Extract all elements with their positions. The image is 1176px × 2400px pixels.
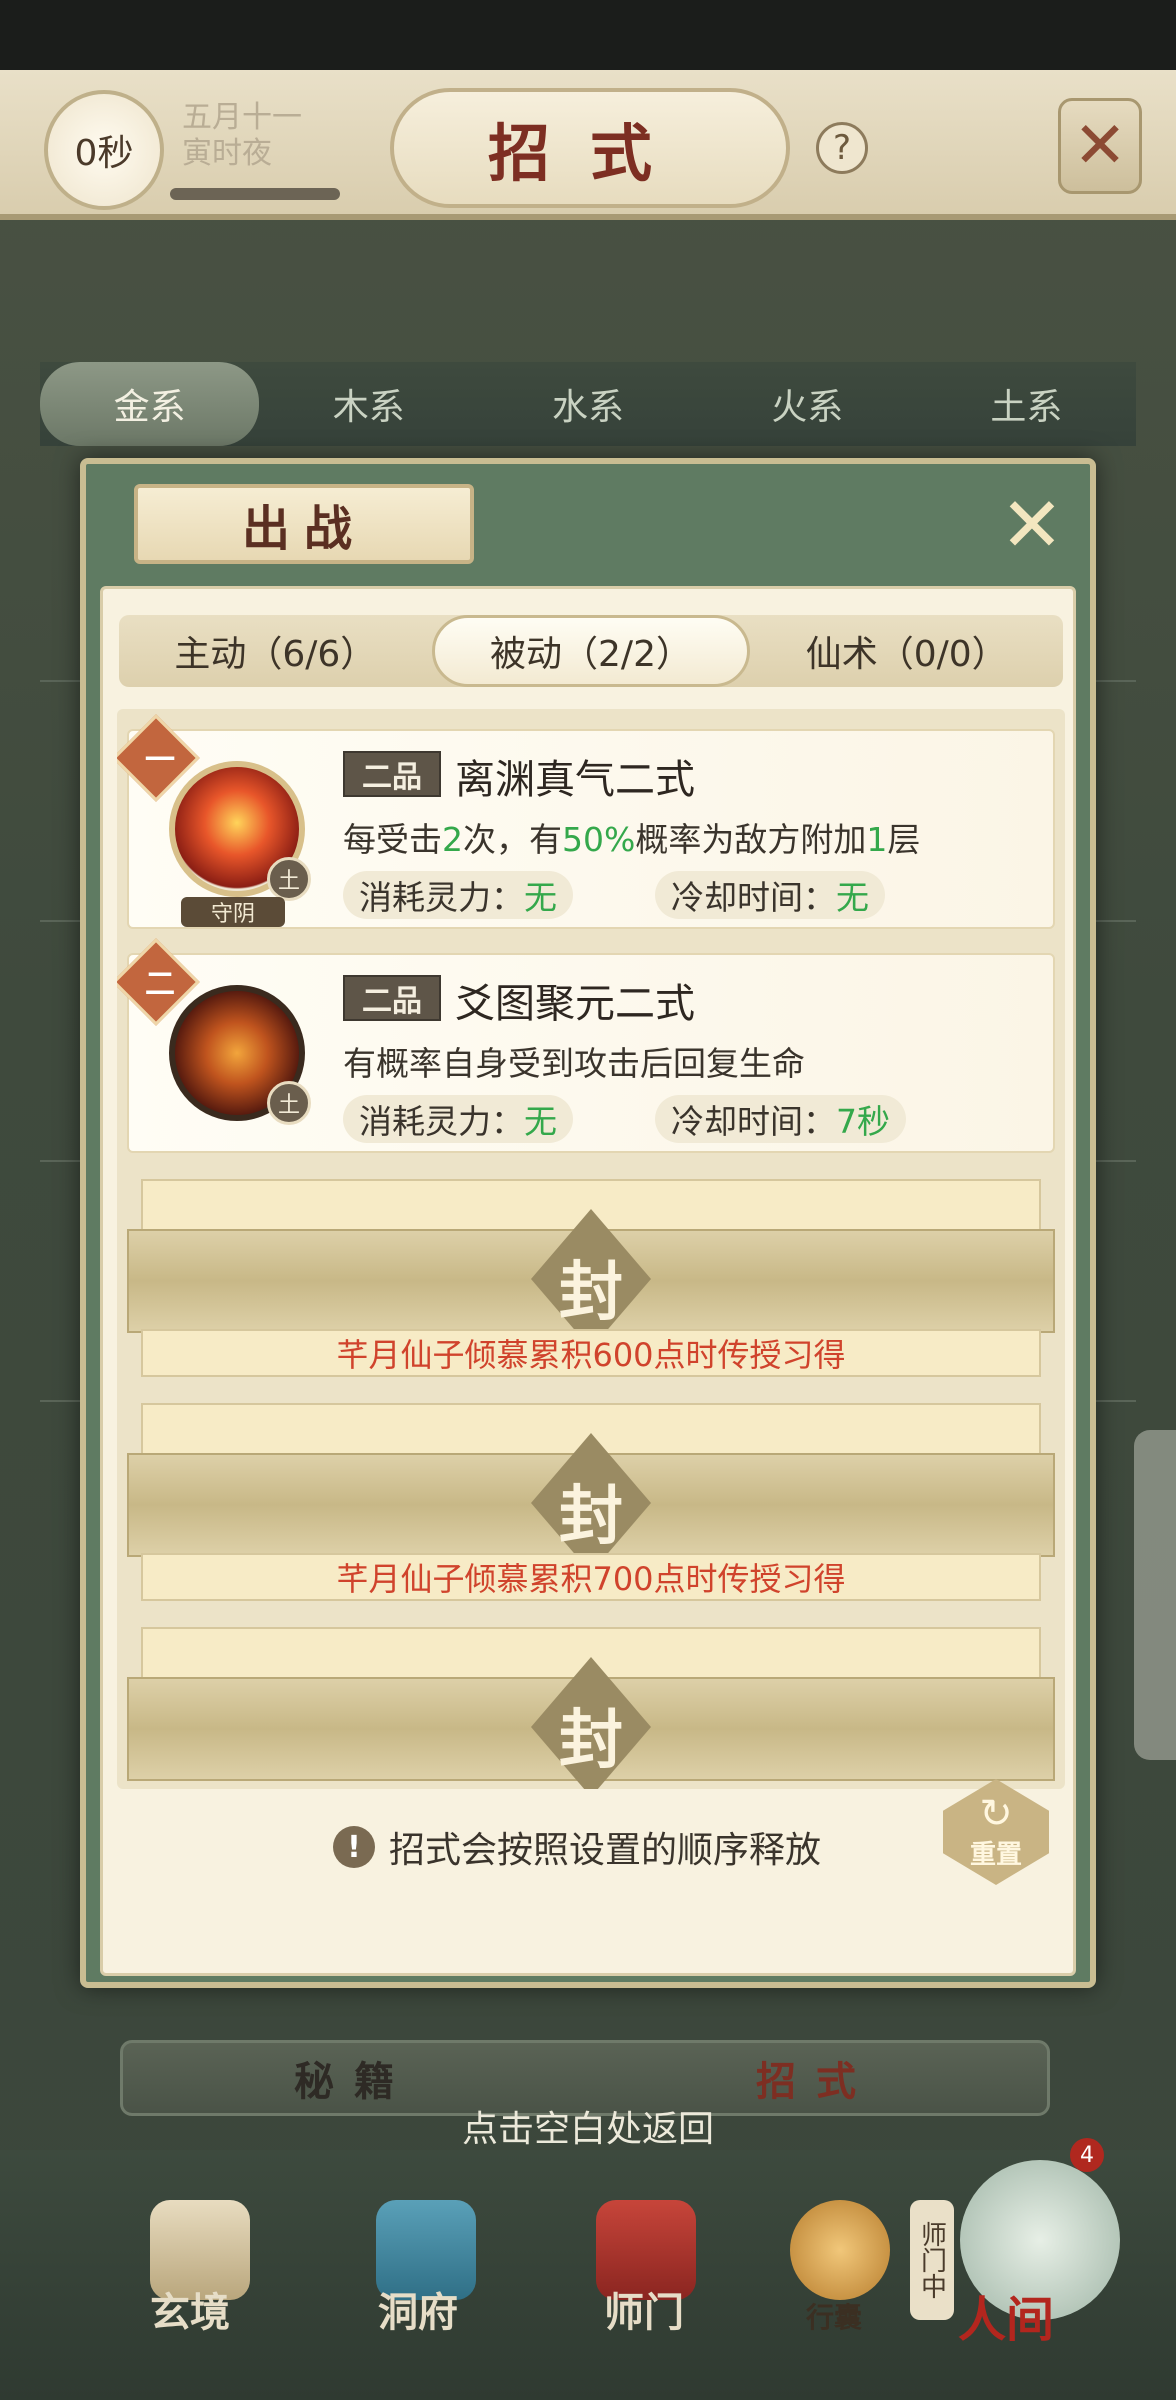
desc-text: 层 bbox=[887, 820, 921, 859]
grade-label: 二品 bbox=[343, 975, 441, 1021]
tab-water[interactable]: 水系 bbox=[478, 362, 697, 446]
skill-tag: 守阴 bbox=[181, 897, 285, 927]
seal-character: 封 bbox=[559, 1255, 623, 1330]
stat-value: 无 bbox=[836, 878, 869, 917]
nav-bag[interactable]: 行囊 bbox=[806, 2296, 862, 2336]
desc-value: 2 bbox=[442, 820, 463, 859]
reset-button[interactable]: ↻ 重置 bbox=[943, 1779, 1049, 1885]
desc-value: 50% bbox=[562, 820, 636, 859]
nav-sect[interactable]: 师门 bbox=[604, 2280, 684, 2338]
tab-fire[interactable]: 火系 bbox=[698, 362, 917, 446]
cooldown: 冷却时间： 7秒 bbox=[655, 1095, 906, 1143]
spirit-cost: 消耗灵力：无 bbox=[343, 1095, 573, 1143]
tab-wood[interactable]: 木系 bbox=[259, 362, 478, 446]
unlock-hint: 芊月仙子倾慕累积600点时传授习得 bbox=[141, 1329, 1041, 1377]
date-line-1: 五月十一 bbox=[182, 100, 302, 135]
unlock-hint: 芊月仙子倾慕累积700点时传授习得 bbox=[141, 1553, 1041, 1601]
nav-mortal-world[interactable]: 人间 bbox=[958, 2280, 1054, 2350]
skill-list[interactable]: 一 土 守阴 二品 离渊真气二式 每受击2次，有50%概率为敌方附加1层 消耗灵… bbox=[117, 709, 1065, 1789]
stat-label: 冷却时间： bbox=[671, 878, 836, 917]
stat-value: 无 bbox=[524, 1102, 557, 1141]
battle-skills-dialog: 出战 ✕ 主动（6/6） 被动（2/2） 仙术（0/0） 一 土 守阴 二品 离… bbox=[80, 458, 1096, 1988]
desc-text: 每受击 bbox=[343, 820, 442, 859]
pouch-icon bbox=[790, 2200, 890, 2300]
timer-display: 0秒 bbox=[44, 90, 164, 210]
grade-label: 二品 bbox=[343, 751, 441, 797]
reset-label: 重置 bbox=[969, 1839, 1022, 1870]
exclamation-icon: ! bbox=[333, 1826, 375, 1868]
tab-earth[interactable]: 土系 bbox=[917, 362, 1136, 446]
rank-number: 一 bbox=[145, 743, 175, 778]
timer-bar bbox=[170, 188, 340, 200]
game-date: 五月十一 寅时夜 bbox=[182, 100, 302, 172]
skill-name: 离渊真气二式 bbox=[455, 757, 695, 803]
seal-character: 封 bbox=[559, 1703, 623, 1778]
desc-value: 1 bbox=[866, 820, 888, 859]
order-note: ! 招式会按照设置的顺序释放 bbox=[333, 1821, 821, 1873]
date-line-2: 寅时夜 bbox=[182, 136, 272, 171]
nav-mystic-realm[interactable]: 玄境 bbox=[150, 2280, 230, 2338]
skill-description: 有概率自身受到攻击后回复生命 bbox=[343, 1044, 805, 1083]
return-hint: 点击空白处返回 bbox=[461, 2109, 714, 2150]
earth-element-badge: 土 bbox=[267, 857, 311, 901]
skill-name: 爻图聚元二式 bbox=[455, 981, 695, 1027]
stat-label: 冷却时间： bbox=[671, 1102, 836, 1141]
refresh-icon: ↻ bbox=[979, 1790, 1013, 1837]
sealed-skill-slot[interactable]: 封 bbox=[127, 1627, 1055, 1789]
spirit-cost: 消耗灵力：无 bbox=[343, 871, 573, 919]
stat-label: 消耗灵力： bbox=[359, 878, 524, 917]
skill-card[interactable]: 二 土 二品 爻图聚元二式 有概率自身受到攻击后回复生命 消耗灵力：无 冷却时间… bbox=[117, 938, 1055, 1153]
element-tabs: 金系 木系 水系 火系 土系 bbox=[40, 362, 1136, 446]
notification-badge: 4 bbox=[1070, 2138, 1104, 2172]
sealed-skill-slot[interactable]: 封 芊月仙子倾慕累积700点时传授习得 bbox=[127, 1403, 1055, 1603]
stat-label: 消耗灵力： bbox=[359, 1102, 524, 1141]
close-icon[interactable]: ✕ bbox=[994, 480, 1070, 569]
dialog-title: 出战 bbox=[134, 484, 474, 564]
seal-character: 封 bbox=[559, 1479, 623, 1554]
side-scroll-handle[interactable] bbox=[1134, 1430, 1176, 1760]
skill-card[interactable]: 一 土 守阴 二品 离渊真气二式 每受击2次，有50%概率为敌方附加1层 消耗灵… bbox=[117, 714, 1055, 929]
desc-text: 次，有 bbox=[463, 820, 562, 859]
sealed-skill-slot[interactable]: 封 芊月仙子倾慕累积600点时传授习得 bbox=[127, 1179, 1055, 1379]
dialog-body: 主动（6/6） 被动（2/2） 仙术（0/0） 一 土 守阴 二品 离渊真气二式… bbox=[100, 586, 1076, 1976]
tab-passive-skills[interactable]: 被动（2/2） bbox=[431, 615, 751, 687]
skill-type-tabs: 主动（6/6） 被动（2/2） 仙术（0/0） bbox=[119, 615, 1063, 687]
tab-metal[interactable]: 金系 bbox=[40, 362, 260, 446]
stat-value: 无 bbox=[524, 878, 557, 917]
rank-number: 二 bbox=[145, 967, 175, 1002]
cooldown: 冷却时间：无 bbox=[655, 871, 885, 919]
skill-description: 每受击2次，有50%概率为敌方附加1层 bbox=[343, 813, 1043, 861]
stat-value: 7秒 bbox=[836, 1102, 890, 1141]
tab-active-skills[interactable]: 主动（6/6） bbox=[119, 615, 432, 687]
help-icon[interactable]: ? bbox=[816, 122, 868, 174]
sect-status-tag: 师门中 bbox=[910, 2200, 954, 2320]
order-note-text: 招式会按照设置的顺序释放 bbox=[389, 1830, 822, 1871]
desc-text: 概率为敌方附加 bbox=[635, 820, 867, 859]
tab-immortal-arts[interactable]: 仙术（0/0） bbox=[750, 615, 1063, 687]
nav-cave-dwelling[interactable]: 洞府 bbox=[378, 2280, 458, 2338]
close-icon[interactable]: ✕ bbox=[1058, 98, 1142, 194]
earth-element-badge: 土 bbox=[267, 1081, 311, 1125]
page-title: 招式 bbox=[390, 88, 790, 208]
